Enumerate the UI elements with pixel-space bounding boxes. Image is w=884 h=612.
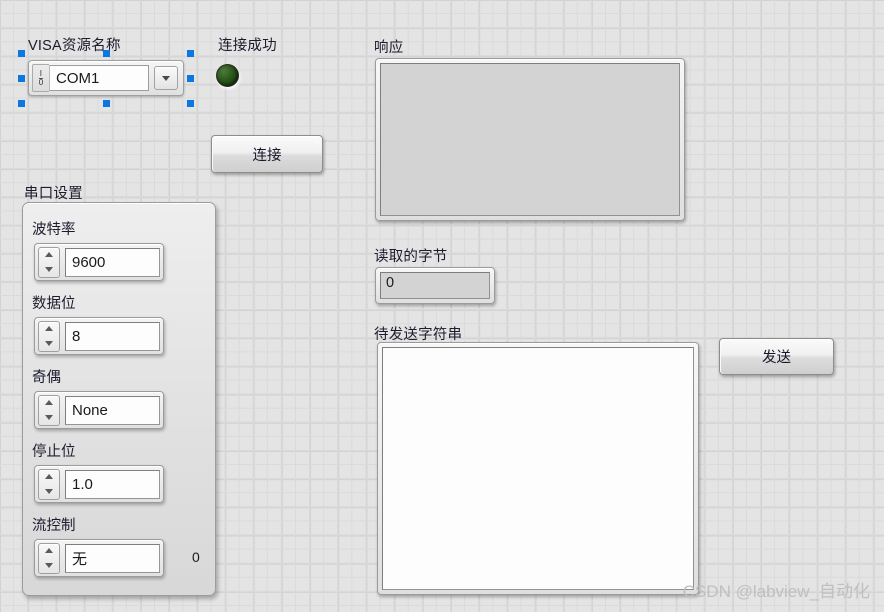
stop-bits-input[interactable]: 1.0: [34, 465, 164, 503]
send-button[interactable]: 发送: [719, 338, 834, 375]
selection-handle[interactable]: [18, 50, 25, 57]
response-label: 响应: [374, 40, 404, 56]
stop-bits-label: 停止位: [32, 444, 76, 460]
selection-handle[interactable]: [18, 75, 25, 82]
flow-control-label: 流控制: [32, 518, 76, 534]
selection-handle[interactable]: [18, 100, 25, 107]
parity-stepper[interactable]: [38, 394, 60, 426]
bytes-read-indicator: 0: [375, 267, 495, 304]
data-bits-input[interactable]: 8: [34, 317, 164, 355]
selection-handle[interactable]: [187, 50, 194, 57]
selection-handle[interactable]: [187, 75, 194, 82]
connect-button[interactable]: 连接: [211, 135, 323, 173]
visa-resource-combo[interactable]: I0 COM1: [28, 60, 184, 96]
baud-rate-input[interactable]: 9600: [34, 243, 164, 281]
stop-bits-value[interactable]: 1.0: [65, 469, 160, 499]
baud-rate-value[interactable]: 9600: [65, 247, 160, 277]
baud-rate-label: 波特率: [32, 222, 76, 238]
baud-rate-stepper[interactable]: [38, 246, 60, 278]
serial-settings-title: 串口设置: [24, 186, 83, 202]
send-string-value[interactable]: [382, 347, 694, 590]
data-bits-label: 数据位: [32, 296, 76, 312]
data-bits-stepper[interactable]: [38, 320, 60, 352]
parity-input[interactable]: None: [34, 391, 164, 429]
flow-control-input[interactable]: 无: [34, 539, 164, 577]
response-value: [380, 63, 680, 216]
connection-led: [216, 64, 239, 87]
stop-bits-stepper[interactable]: [38, 468, 60, 500]
selection-handle[interactable]: [187, 100, 194, 107]
data-bits-value[interactable]: 8: [65, 321, 160, 351]
labview-front-panel: VISA资源名称 I0 COM1 连接成功 连接 响应 读取的字节 0 待发送字…: [0, 0, 884, 612]
send-string-control[interactable]: [377, 342, 699, 595]
parity-value[interactable]: None: [65, 395, 160, 425]
chevron-down-icon[interactable]: [154, 66, 178, 90]
watermark-text: CSDN @labview_自动化: [682, 582, 870, 601]
connection-status-label: 连接成功: [218, 38, 277, 54]
flow-control-value[interactable]: 无: [65, 543, 160, 573]
selection-handle[interactable]: [103, 50, 110, 57]
parity-label: 奇偶: [32, 370, 61, 386]
selection-handle[interactable]: [103, 100, 110, 107]
bytes-read-value: 0: [380, 272, 490, 299]
visa-resource-control[interactable]: I0 COM1: [18, 50, 194, 107]
visa-resource-value[interactable]: COM1: [49, 65, 149, 91]
send-string-label: 待发送字符串: [374, 327, 463, 343]
response-indicator: [375, 58, 685, 221]
io-terminal-icon: I0: [32, 64, 49, 92]
flow-control-numeric: 0: [192, 549, 200, 565]
bytes-read-label: 读取的字节: [374, 249, 448, 265]
flow-control-stepper[interactable]: [38, 542, 60, 574]
